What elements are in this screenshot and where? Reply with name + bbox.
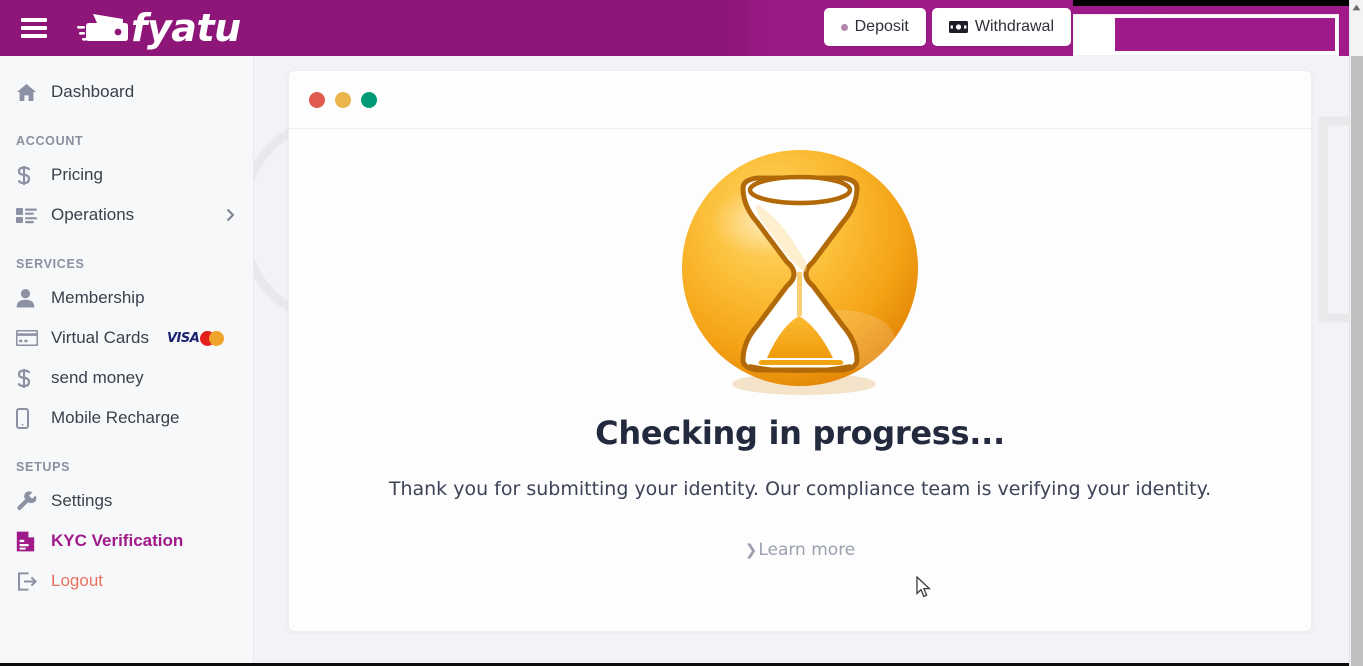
- mastercard-logo-icon: [200, 330, 225, 346]
- sidebar-item-logout[interactable]: Logout: [0, 561, 253, 601]
- sidebar-item-label: Mobile Recharge: [51, 408, 180, 427]
- main-content: EGYTECH الشركة المصرية للتكنولوجيا: [254, 56, 1349, 666]
- learn-more-label: Learn more: [758, 540, 856, 560]
- sidebar-item-send-money[interactable]: send money: [0, 358, 253, 398]
- sidebar-item-virtual-cards[interactable]: Virtual Cards VISA: [0, 318, 253, 358]
- sidebar-item-dashboard[interactable]: Dashboard: [0, 72, 253, 112]
- sidebar: Dashboard ACCOUNT Pricing Operations SER…: [0, 56, 254, 666]
- list-icon: [16, 207, 42, 224]
- scroll-up-arrow-icon[interactable]: [1350, 0, 1363, 15]
- sidebar-item-label: send money: [51, 368, 144, 387]
- wrench-icon: [16, 490, 42, 512]
- sidebar-item-kyc-verification[interactable]: KYC Verification: [0, 521, 253, 561]
- window-maximize-dot[interactable]: [361, 91, 377, 108]
- visa-logo: VISA: [166, 330, 200, 346]
- deposit-label: Deposit: [854, 18, 909, 35]
- coin-dot-icon: [840, 23, 848, 31]
- sidebar-item-mobile-recharge[interactable]: Mobile Recharge: [0, 398, 253, 438]
- deposit-button[interactable]: Deposit: [823, 8, 926, 46]
- sidebar-section-account: ACCOUNT: [16, 134, 84, 148]
- window-close-dot[interactable]: [309, 91, 325, 108]
- panel-titlebar: [289, 71, 1311, 129]
- chevron-right-icon[interactable]: [226, 208, 235, 222]
- sidebar-item-label: Virtual Cards: [51, 328, 149, 347]
- window-minimize-dot[interactable]: [335, 91, 351, 108]
- learn-more-link[interactable]: ❯ Learn more: [745, 540, 856, 560]
- user-icon: [16, 288, 42, 308]
- sidebar-item-label: Membership: [51, 288, 145, 307]
- scrollbar-thumb[interactable]: [1351, 56, 1363, 666]
- dollar-sign-icon: [16, 165, 42, 186]
- card-network-badges: VISA: [166, 330, 225, 346]
- hamburger-bar: [21, 34, 47, 38]
- hamburger-menu-icon[interactable]: [21, 18, 47, 38]
- chevron-right-icon: ❯: [744, 541, 758, 559]
- header-actions: Deposit Withdrawal: [823, 8, 1071, 46]
- mastercard-circle-right: [209, 330, 225, 346]
- sidebar-item-settings[interactable]: Settings: [0, 481, 253, 521]
- sidebar-item-label: KYC Verification: [51, 531, 184, 550]
- sidebar-item-membership[interactable]: Membership: [0, 278, 253, 318]
- status-subtitle: Thank you for submitting your identity. …: [388, 478, 1212, 500]
- home-icon: [16, 83, 42, 102]
- banknote-icon: [948, 21, 968, 33]
- profile-widget-partial[interactable]: [1073, 14, 1339, 56]
- sidebar-item-label: Settings: [51, 491, 113, 510]
- sidebar-item-operations[interactable]: Operations: [0, 195, 253, 235]
- logout-icon: [16, 571, 42, 591]
- withdrawal-label: Withdrawal: [974, 18, 1054, 35]
- sidebar-item-label: Logout: [51, 571, 103, 590]
- withdrawal-button[interactable]: Withdrawal: [931, 8, 1071, 46]
- sidebar-section-services: SERVICES: [16, 257, 85, 271]
- hourglass-waiting-icon: [671, 144, 929, 402]
- hamburger-bar: [21, 26, 47, 30]
- brand-logo[interactable]: fyatu: [77, 0, 241, 56]
- panel-body: Checking in progress... Thank you for su…: [289, 129, 1311, 631]
- sidebar-item-pricing[interactable]: Pricing: [0, 155, 253, 195]
- brand-name: fyatu: [131, 6, 241, 50]
- sidebar-item-label: Operations: [51, 205, 135, 224]
- header-overlay-black-strip: [1073, 0, 1349, 6]
- profile-widget-fill: [1115, 18, 1335, 51]
- sidebar-section-setups: SETUPS: [16, 460, 71, 474]
- page-scrollbar[interactable]: [1349, 0, 1363, 666]
- app-root: fyatu Deposit Withdrawal Dashboard ACCOU…: [0, 0, 1363, 666]
- kyc-status-panel: Checking in progress... Thank you for su…: [288, 70, 1312, 632]
- mobile-phone-icon: [16, 407, 42, 429]
- sidebar-item-label: Pricing: [51, 165, 103, 184]
- wallet-logo-icon: [77, 14, 128, 41]
- hamburger-bar: [21, 18, 47, 22]
- status-title: Checking in progress...: [595, 414, 1005, 452]
- document-badge-icon: [16, 531, 42, 552]
- dollar-sign-icon: [16, 368, 42, 389]
- credit-card-icon: [16, 330, 42, 346]
- sidebar-item-label: Dashboard: [51, 82, 135, 101]
